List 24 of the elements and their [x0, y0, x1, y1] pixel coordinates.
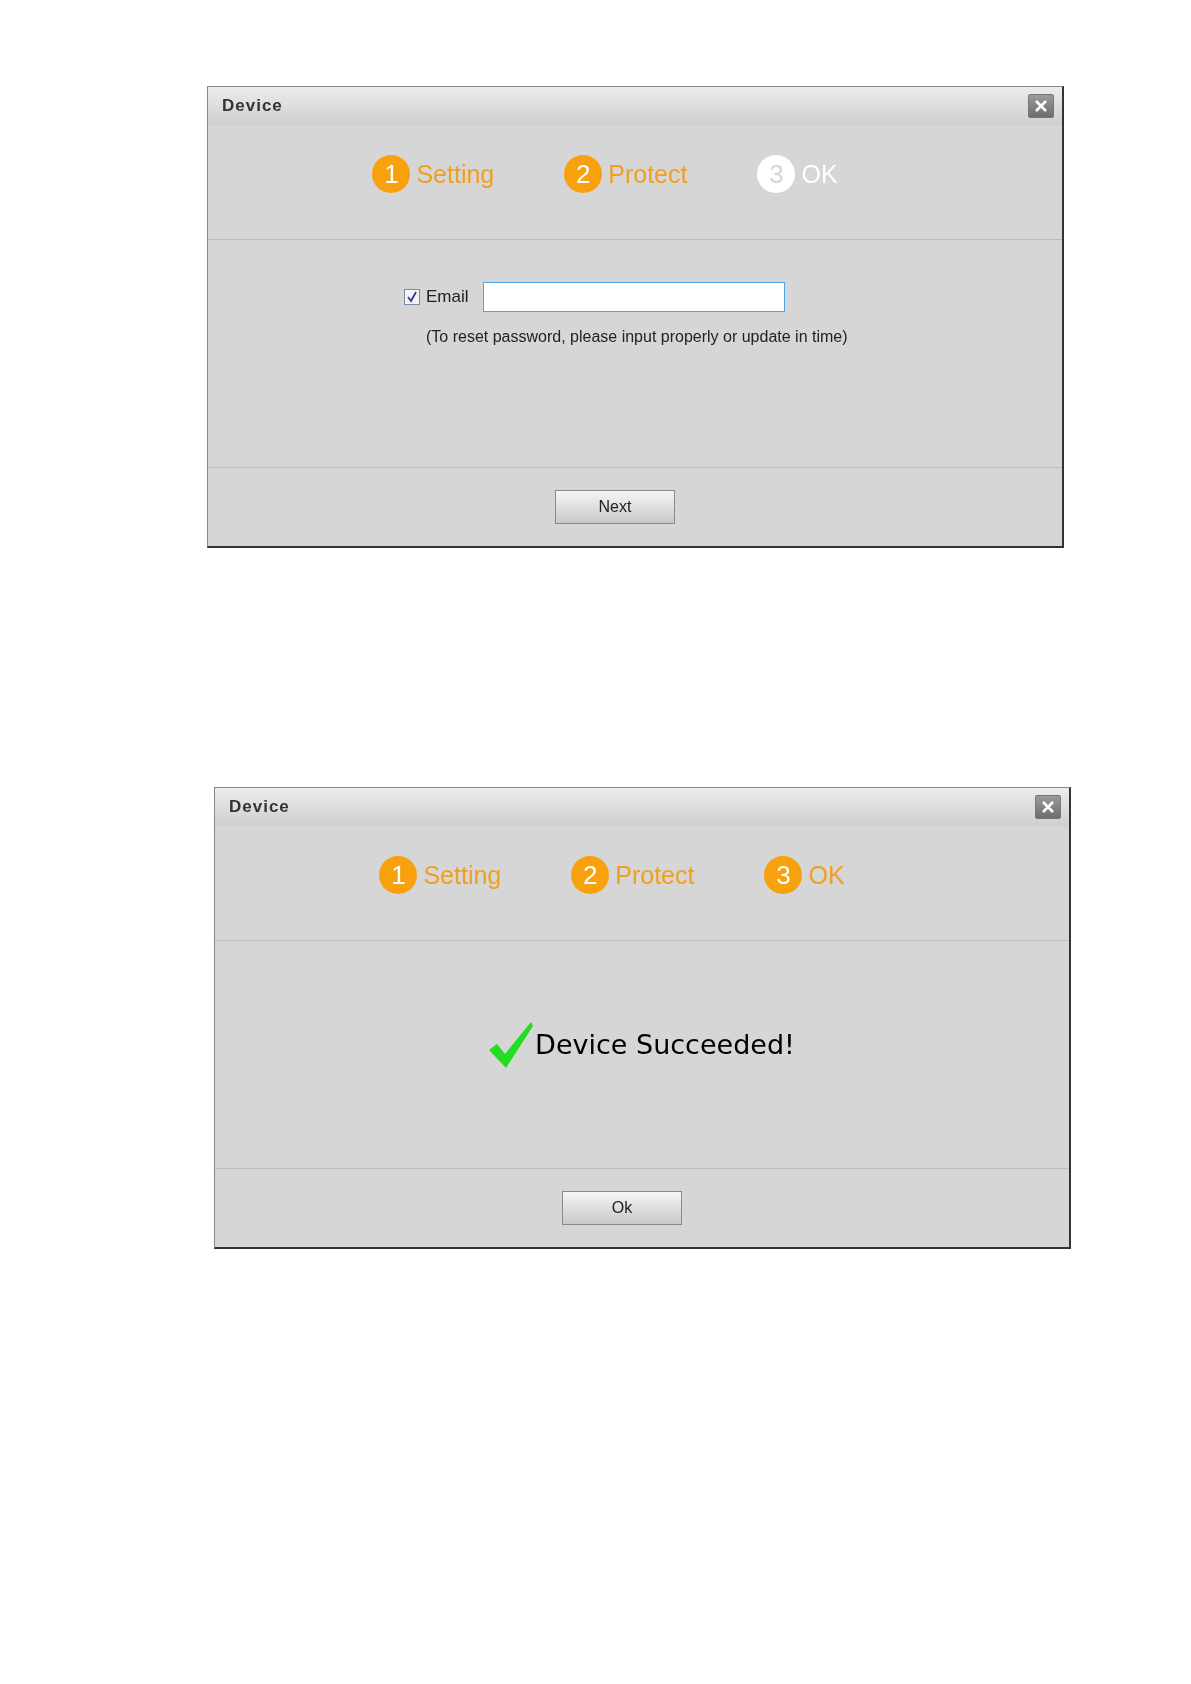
step-number: 1: [372, 155, 411, 193]
close-icon: [1034, 99, 1048, 113]
email-checkbox[interactable]: [404, 289, 420, 305]
close-button[interactable]: [1035, 795, 1061, 819]
checkmark-icon: [489, 1021, 534, 1068]
success-message: Device Succeeded!: [535, 1029, 795, 1060]
ok-button[interactable]: Ok: [562, 1191, 682, 1225]
step-label: Setting: [416, 159, 495, 189]
step-label: Protect: [608, 159, 688, 189]
close-button[interactable]: [1028, 94, 1054, 118]
step-label: Protect: [615, 860, 695, 890]
close-icon: [1041, 800, 1055, 814]
email-label: Email: [426, 287, 469, 307]
note-text: (To reset password, please input properly or update in time): [426, 328, 849, 346]
step-number: 2: [564, 155, 603, 193]
step-label: OK: [808, 860, 845, 890]
next-button[interactable]: Next: [555, 490, 675, 524]
dialog-title: Device: [222, 96, 283, 116]
dialog-title: Device: [229, 797, 290, 817]
email-field[interactable]: [482, 282, 785, 312]
step-number: 1: [379, 856, 418, 894]
step-number: 3: [764, 856, 803, 894]
step-number: 2: [571, 856, 610, 894]
step-label: Setting: [423, 860, 502, 890]
